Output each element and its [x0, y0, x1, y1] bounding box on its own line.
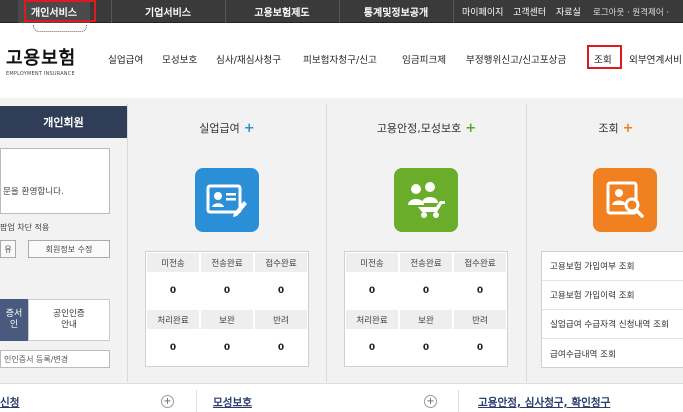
stat-value[interactable]: 0 — [346, 331, 398, 365]
library-link[interactable]: 자료실 — [556, 0, 581, 23]
nav-review-request[interactable]: 심사/재심사청구 — [216, 52, 281, 66]
bottom-link-maternity[interactable]: 모성보호 — [213, 395, 252, 410]
cert-tab-label: 증서 인 — [5, 309, 23, 330]
inquiry-list: 고용보험 가입여부 조회 고용보험 가입이력 조회 실업급여 수급자격 신청내역… — [541, 251, 683, 368]
stat-header: 반려 — [255, 310, 307, 329]
unemployment-title-text: 실업급여 — [199, 122, 240, 135]
stat-value[interactable]: 0 — [454, 274, 506, 308]
inquiry-item-unemployment-qualification[interactable]: 실업급여 수급자격 신청내역 조회 — [542, 310, 683, 339]
stat-header: 접수완료 — [255, 253, 307, 272]
plus-icon[interactable]: + — [623, 121, 634, 136]
family-stroller-icon[interactable] — [394, 168, 458, 232]
id-card-icon[interactable] — [195, 168, 259, 232]
inquiry-item-benefit-history[interactable]: 급여수급내역 조회 — [542, 339, 683, 368]
employment-stability-column: 고용안정,모성보호 + 미전송 전송완료 접수완료 0 0 0 처리완료 보완 반… — [327, 104, 526, 380]
stat-value[interactable]: 0 — [147, 331, 199, 365]
logo[interactable]: 고용보험 EMPLOYMENT INSURANCE — [6, 44, 76, 77]
stat-value[interactable]: 0 — [400, 331, 452, 365]
highlight-box-inquiry — [587, 45, 622, 69]
tab-insurance-system[interactable]: 고용보험제도 — [226, 0, 338, 23]
stat-value[interactable]: 0 — [346, 274, 398, 308]
cert-guide-label: 공인인증 안내 — [53, 309, 85, 330]
edit-member-button[interactable]: 회원정보 수정 — [28, 240, 110, 258]
top-divider — [453, 0, 454, 23]
inquiry-title-text: 조회 — [598, 122, 619, 135]
stat-value[interactable]: 0 — [147, 274, 199, 308]
inquiry-item-subscription[interactable]: 고용보험 가입여부 조회 — [542, 252, 683, 281]
employment-stability-stats: 미전송 전송완료 접수완료 0 0 0 처리완료 보완 반려 0 0 0 — [344, 251, 508, 367]
inquiry-title[interactable]: 조회 + — [527, 120, 683, 136]
employment-stability-title[interactable]: 고용안정,모성보호 + — [327, 120, 526, 136]
stat-header: 보완 — [201, 310, 253, 329]
inquiry-item-history[interactable]: 고용보험 가입이력 조회 — [542, 281, 683, 310]
popup-block-notice: 팝업 차단 적용 — [0, 223, 50, 232]
bottom-link-apply[interactable]: 신청 — [0, 395, 20, 410]
logo-subtitle: EMPLOYMENT INSURANCE — [6, 71, 75, 77]
stat-header: 반려 — [454, 310, 506, 329]
nav-maternity[interactable]: 모성보호 — [162, 52, 197, 66]
unemployment-stats: 미전송 전송완료 접수완료 0 0 0 처리완료 보완 반려 0 0 0 — [145, 251, 309, 367]
unemployment-column: 실업급여 + 미전송 전송완료 접수완료 0 0 0 처리완료 보완 반려 0 0… — [128, 104, 326, 380]
stat-value[interactable]: 0 — [255, 274, 307, 308]
stat-value[interactable]: 0 — [454, 331, 506, 365]
bottom-divider — [196, 390, 197, 412]
nav-external-link[interactable]: 외부연계서비 — [629, 52, 682, 66]
active-tab-dots — [33, 25, 87, 32]
stat-header: 전송완료 — [400, 253, 452, 272]
member-button[interactable]: 유 — [0, 240, 16, 258]
logo-title: 고용보험 — [6, 48, 77, 69]
customer-center-link[interactable]: 고객센터 — [513, 0, 546, 23]
bottom-link-employment-stability[interactable]: 고용안정, 심사청구, 확인청구 — [478, 395, 610, 410]
person-search-icon[interactable] — [593, 168, 657, 232]
top-bar: 개인서비스 기업서비스 고용보험제도 통계및정보공개 마이페이지 고객센터 자료… — [0, 0, 683, 23]
stat-value[interactable]: 0 — [255, 331, 307, 365]
bottom-links-bar: 신청 + 모성보호 + 고용안정, 심사청구, 확인청구 — [0, 383, 683, 412]
stat-header: 처리완료 — [346, 310, 398, 329]
stat-value[interactable]: 0 — [400, 274, 452, 308]
expand-plus-icon[interactable]: + — [161, 395, 174, 408]
nav-unemployment[interactable]: 실업급여 — [108, 52, 143, 66]
stat-value[interactable]: 0 — [201, 274, 253, 308]
bottom-divider — [458, 390, 459, 412]
stat-header: 접수완료 — [454, 253, 506, 272]
welcome-box: 문을 환영합니다. — [0, 148, 110, 214]
plus-icon[interactable]: + — [465, 121, 476, 136]
employment-stability-title-text: 고용안정,모성보호 — [376, 122, 462, 135]
tab-statistics[interactable]: 통계및정보공개 — [340, 0, 452, 23]
cert-register-link[interactable]: 인인증서 등록/변경 — [0, 350, 110, 368]
stat-header: 전송완료 — [201, 253, 253, 272]
tab-business-service[interactable]: 기업서비스 — [112, 0, 224, 23]
plus-icon[interactable]: + — [244, 121, 255, 136]
expand-plus-icon[interactable]: + — [424, 395, 437, 408]
inquiry-column: 조회 + 고용보험 가입여부 조회 고용보험 가입이력 조회 실업급여 수급자격 … — [527, 104, 683, 380]
nav-wage-peak[interactable]: 임금피크제 — [402, 52, 446, 66]
highlight-box-personal — [24, 0, 96, 22]
nav-insured-claim[interactable]: 피보험자청구/신고 — [303, 52, 377, 66]
cert-tab[interactable]: 증서 인 — [0, 299, 28, 341]
unemployment-title[interactable]: 실업급여 + — [128, 120, 326, 136]
cert-guide-tab[interactable]: 공인인증 안내 — [28, 299, 110, 341]
stat-value[interactable]: 0 — [201, 331, 253, 365]
stat-header: 보완 — [400, 310, 452, 329]
stat-header: 미전송 — [147, 253, 199, 272]
logout-remote-links[interactable]: 로그아웃 · 원격제어 · — [593, 0, 669, 23]
mypage-link[interactable]: 마이페이지 — [462, 0, 503, 23]
stat-header: 미전송 — [346, 253, 398, 272]
welcome-text: 문을 환영합니다. — [3, 187, 64, 197]
nav-fraud-report[interactable]: 부정행위신고/신고포상금 — [466, 52, 566, 66]
member-panel-title: 개인회원 — [0, 106, 127, 138]
stat-header: 처리완료 — [147, 310, 199, 329]
